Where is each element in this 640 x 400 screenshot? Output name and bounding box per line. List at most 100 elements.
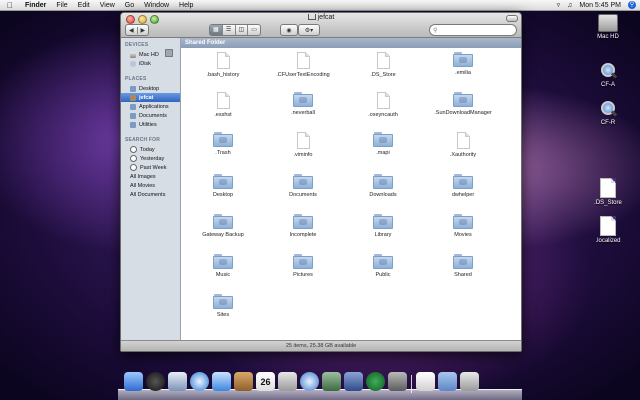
sidebar-header-search: SEARCH FOR (125, 137, 161, 143)
finder-icon[interactable] (124, 372, 143, 391)
menu-go[interactable]: Go (125, 2, 134, 9)
desktop-icon-mac-hd[interactable]: Mac HD (586, 14, 630, 40)
dock: 26 (118, 372, 522, 400)
folder-item[interactable]: Sites (183, 294, 263, 318)
apple-menu-icon[interactable]:  (5, 1, 15, 10)
item-label: Music (215, 272, 231, 278)
desktop-icon-cf-r[interactable]: CF-R (586, 100, 630, 126)
window-titlebar[interactable]: jefcat ◀ ▶ ▦ ☰ ◫ ▭ ◉ ⚙▾ ⚲ (121, 13, 521, 38)
hard-drive-icon (598, 14, 618, 32)
menu-view[interactable]: View (100, 2, 115, 9)
preview-icon[interactable] (278, 372, 297, 391)
action-menu-button[interactable]: ⚙▾ (298, 24, 320, 36)
item-label: .DS_Store (370, 72, 396, 78)
itunes-icon[interactable] (300, 372, 319, 391)
folder-item[interactable]: Library (343, 214, 423, 238)
sidebar-item-all-images[interactable]: All Images (121, 49, 180, 181)
iphoto-icon[interactable] (322, 372, 341, 391)
sidebar-item-past-week[interactable]: Past Week (121, 163, 180, 172)
desktop-icon-localized[interactable]: .localized (586, 216, 630, 244)
folder-item[interactable]: Music (183, 254, 263, 278)
menubar-clock[interactable]: Mon 5:45 PM (579, 2, 621, 9)
folder-item[interactable]: .SunDownloadManager (423, 92, 503, 116)
file-item[interactable]: .bash_history (183, 52, 263, 78)
sidebar: DEVICES Mac HD iDisk PLACES Desktop jefc… (121, 38, 181, 341)
desktop-icon-ds-store[interactable]: .DS_Store (586, 178, 630, 206)
spaces-icon[interactable] (344, 372, 363, 391)
item-label: Public (375, 272, 391, 278)
finder-window: jefcat ◀ ▶ ▦ ☰ ◫ ▭ ◉ ⚙▾ ⚲ DEVICES Mac HD… (120, 12, 522, 352)
folder-item[interactable]: Desktop (183, 174, 263, 198)
quick-look-button[interactable]: ◉ (280, 24, 298, 36)
utilities-folder-icon (130, 121, 136, 128)
folder-item[interactable]: .neverball (263, 92, 343, 116)
folder-item[interactable]: Documents (263, 174, 343, 198)
file-item[interactable]: .viminfo (263, 132, 343, 158)
trash-icon[interactable] (460, 372, 479, 391)
ical-icon[interactable]: 26 (256, 372, 275, 391)
folder-icon (293, 214, 313, 229)
desktop-icon-label: Mac HD (597, 34, 619, 40)
search-field[interactable]: ⚲ (429, 24, 517, 36)
coverflow-view-button[interactable]: ▭ (248, 25, 260, 35)
dock-separator (410, 372, 413, 393)
downloads-stack-icon[interactable] (438, 372, 457, 391)
folder-item[interactable]: Shared (423, 254, 503, 278)
folder-icon (213, 294, 233, 309)
file-item[interactable]: .DS_Store (343, 52, 423, 78)
file-item[interactable]: .esshst (183, 92, 263, 118)
sidebar-item-all-movies[interactable]: All Movies (121, 49, 180, 190)
menu-window[interactable]: Window (144, 2, 169, 9)
folder-item[interactable]: .emilia (423, 52, 503, 76)
folder-item[interactable]: .Trash (183, 132, 263, 156)
folder-item[interactable]: Movies (423, 214, 503, 238)
sidebar-item-today[interactable]: Today (121, 145, 180, 154)
file-item[interactable]: .oxeyncauth (343, 92, 423, 118)
menu-bar:  Finder File Edit View Go Window Help ▿… (0, 0, 640, 11)
sidebar-item-applications[interactable]: Applications (121, 102, 180, 111)
file-item[interactable]: .CFUserTextEncoding (263, 52, 343, 78)
dashboard-icon[interactable] (146, 372, 165, 391)
folder-item[interactable]: dwhelper (423, 174, 503, 198)
folder-item[interactable]: .mapi (343, 132, 423, 156)
address-book-icon[interactable] (234, 372, 253, 391)
item-label: Downloads (369, 192, 397, 198)
applications-icon (130, 103, 136, 110)
icon-view-button[interactable]: ▦ (210, 25, 223, 35)
sidebar-item-all-documents[interactable]: All Documents (121, 49, 180, 199)
list-view-button[interactable]: ☰ (223, 25, 236, 35)
spotlight-icon[interactable]: ⚲ (628, 1, 636, 9)
menu-edit[interactable]: Edit (78, 2, 90, 9)
folder-item[interactable]: Downloads (343, 174, 423, 198)
time-machine-icon[interactable] (366, 372, 385, 391)
sidebar-item-yesterday[interactable]: Yesterday (121, 154, 180, 163)
volume-icon[interactable]: ♫ (567, 2, 572, 9)
window-title-text: jefcat (317, 14, 335, 21)
sidebar-item-utilities[interactable]: Utilities (121, 120, 180, 129)
sidebar-item-jefcat[interactable]: jefcat (121, 93, 180, 102)
desktop-icon-cf-a[interactable]: CF-A (586, 62, 630, 88)
sidebar-item-desktop[interactable]: Desktop (121, 84, 180, 93)
ichat-icon[interactable] (212, 372, 231, 391)
folder-item[interactable]: Gateway Backup (183, 214, 263, 238)
toolbar-toggle-button[interactable] (506, 15, 518, 22)
folder-item[interactable]: Incomplete (263, 214, 343, 238)
wifi-icon[interactable]: ▿ (557, 1, 561, 9)
menu-file[interactable]: File (56, 2, 67, 9)
ical-day-label: 26 (260, 377, 271, 387)
sidebar-item-idisk[interactable]: iDisk (121, 59, 180, 68)
forward-button[interactable]: ▶ (138, 27, 149, 34)
back-button[interactable]: ◀ (126, 26, 138, 34)
folder-item[interactable]: Pictures (263, 254, 343, 278)
folder-item[interactable]: Public (343, 254, 423, 278)
column-view-button[interactable]: ◫ (236, 25, 249, 35)
documents-stack-icon[interactable] (416, 372, 435, 391)
safari-icon[interactable] (190, 372, 209, 391)
file-item[interactable]: .Xauthority (423, 132, 503, 158)
mail-icon[interactable] (168, 372, 187, 391)
system-preferences-icon[interactable] (388, 372, 407, 391)
menu-help[interactable]: Help (179, 2, 193, 9)
documents-folder-icon (130, 112, 136, 119)
sidebar-item-documents[interactable]: Documents (121, 111, 180, 120)
menu-finder[interactable]: Finder (25, 2, 46, 9)
